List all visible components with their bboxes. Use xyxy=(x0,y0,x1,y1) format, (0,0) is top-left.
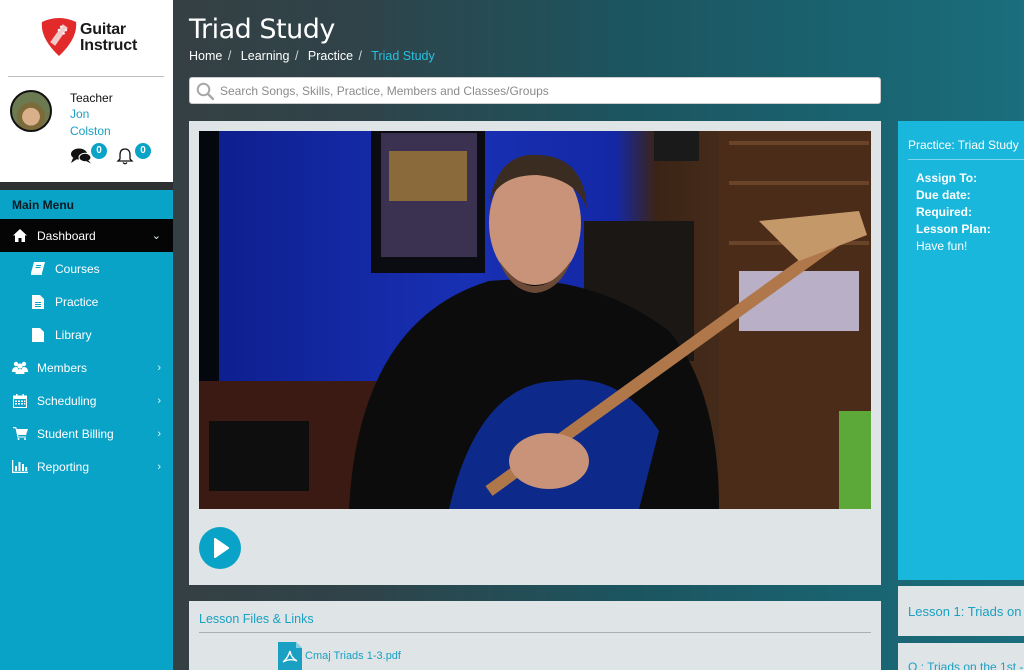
file-link[interactable]: Cmaj Triads 1-3.pdf xyxy=(278,642,401,670)
lesson-title: Lesson 1: Triads on the 1st - 3rd String… xyxy=(908,604,1024,619)
topic-card[interactable]: Q : Triads on the 1st - 3rd Strings xyxy=(898,643,1024,670)
profile-actions: 0 0 xyxy=(70,143,160,166)
sidebar-item-student-billing[interactable]: Student Billing › xyxy=(0,417,173,450)
chevron-right-icon: › xyxy=(157,394,161,407)
breadcrumb-separator: / xyxy=(358,49,363,63)
lesson-card[interactable]: Lesson 1: Triads on the 1st - 3rd String… xyxy=(898,586,1024,636)
calendar-icon xyxy=(12,393,28,408)
user-role: Teacher xyxy=(70,91,113,105)
chevron-right-icon: › xyxy=(157,361,161,374)
profile-divider xyxy=(8,76,164,77)
main-menu-heading: Main Menu xyxy=(12,198,74,212)
sidebar-item-library[interactable]: Library xyxy=(0,318,173,351)
breadcrumb-home[interactable]: Home xyxy=(189,49,222,63)
users-icon xyxy=(12,361,28,375)
sidebar-item-practice[interactable]: Practice xyxy=(0,285,173,318)
sidebar-separator xyxy=(0,182,173,190)
messages-badge: 0 xyxy=(91,143,107,159)
sidebar-item-label: Practice xyxy=(55,294,99,309)
document-lines-icon xyxy=(30,294,46,309)
chevron-down-icon: ⌄ xyxy=(151,230,161,242)
brand-name-line2: Instruct xyxy=(80,37,138,54)
sidebar-item-reporting[interactable]: Reporting › xyxy=(0,450,173,483)
play-icon xyxy=(214,538,229,558)
practice-info-title: Practice: Triad Study xyxy=(908,138,1019,152)
video-player[interactable] xyxy=(199,131,871,509)
sidebar-item-scheduling[interactable]: Scheduling › xyxy=(0,384,173,417)
search-icon xyxy=(196,82,214,100)
sidebar-item-label: Student Billing xyxy=(37,426,114,441)
lesson-plan-note: Have fun! xyxy=(916,239,968,253)
required-label: Required: xyxy=(916,205,973,219)
user-first-name[interactable]: Jon xyxy=(70,107,89,121)
sidebar-item-label: Dashboard xyxy=(37,228,96,243)
topic-title: Q : Triads on the 1st - 3rd Strings xyxy=(908,660,1024,670)
file-name: Cmaj Triads 1-3.pdf xyxy=(305,650,401,662)
practice-info-card: Practice: Triad Study Assign To: Due dat… xyxy=(898,121,1024,580)
search-bar xyxy=(189,77,881,104)
sidebar-item-label: Courses xyxy=(55,261,100,276)
sidebar-item-label: Scheduling xyxy=(37,393,97,408)
breadcrumb-separator: / xyxy=(227,49,232,63)
practice-info-divider xyxy=(908,159,1024,160)
due-date-label: Due date: xyxy=(916,188,971,202)
avatar[interactable] xyxy=(10,90,52,132)
sidebar-profile: Guitar Instruct Teacher Jon Colston 0 0 xyxy=(0,0,173,182)
guitar-pick-logo-icon xyxy=(41,18,77,56)
book-icon xyxy=(30,262,46,276)
lesson-files-divider xyxy=(199,632,871,633)
sidebar-item-members[interactable]: Members › xyxy=(0,351,173,384)
cart-icon xyxy=(12,427,28,441)
sidebar: Guitar Instruct Teacher Jon Colston 0 0 … xyxy=(0,0,173,670)
chevron-right-icon: › xyxy=(157,427,161,440)
bar-chart-icon xyxy=(12,460,28,474)
messages-icon[interactable] xyxy=(70,148,92,164)
lesson-files-card: Lesson Files & Links Cmaj Triads 1-3.pdf xyxy=(189,601,881,670)
chevron-right-icon: › xyxy=(157,460,161,473)
breadcrumb-learning[interactable]: Learning xyxy=(241,49,290,63)
lesson-files-title: Lesson Files & Links xyxy=(199,612,314,626)
play-button[interactable] xyxy=(199,527,241,569)
bell-icon[interactable] xyxy=(116,147,134,165)
breadcrumb-current: Triad Study xyxy=(371,49,435,63)
assign-to-label: Assign To: xyxy=(916,171,978,185)
breadcrumb: Home / Learning / Practice / Triad Study xyxy=(189,49,439,63)
brand-name-line1: Guitar xyxy=(80,21,126,38)
pdf-file-icon xyxy=(278,642,302,670)
brand-logo[interactable]: Guitar Instruct xyxy=(38,16,138,60)
sidebar-item-dashboard[interactable]: Dashboard ⌄ xyxy=(0,219,173,252)
search-input[interactable] xyxy=(220,80,870,101)
video-card xyxy=(189,121,881,585)
sidebar-item-label: Library xyxy=(55,327,92,342)
sidebar-item-courses[interactable]: Courses xyxy=(0,252,173,285)
brand-name: Guitar Instruct xyxy=(80,22,137,54)
breadcrumb-separator: / xyxy=(294,49,299,63)
document-icon xyxy=(30,327,46,342)
page-title: Triad Study xyxy=(189,14,335,45)
user-last-name[interactable]: Colston xyxy=(70,124,111,138)
lesson-plan-label: Lesson Plan: xyxy=(916,222,991,236)
sidebar-item-label: Reporting xyxy=(37,459,90,474)
sidebar-item-label: Members xyxy=(37,360,88,375)
video-frame-thumbnail xyxy=(199,131,871,509)
breadcrumb-practice[interactable]: Practice xyxy=(308,49,353,63)
notifications-badge: 0 xyxy=(135,143,151,159)
home-icon xyxy=(12,229,28,243)
